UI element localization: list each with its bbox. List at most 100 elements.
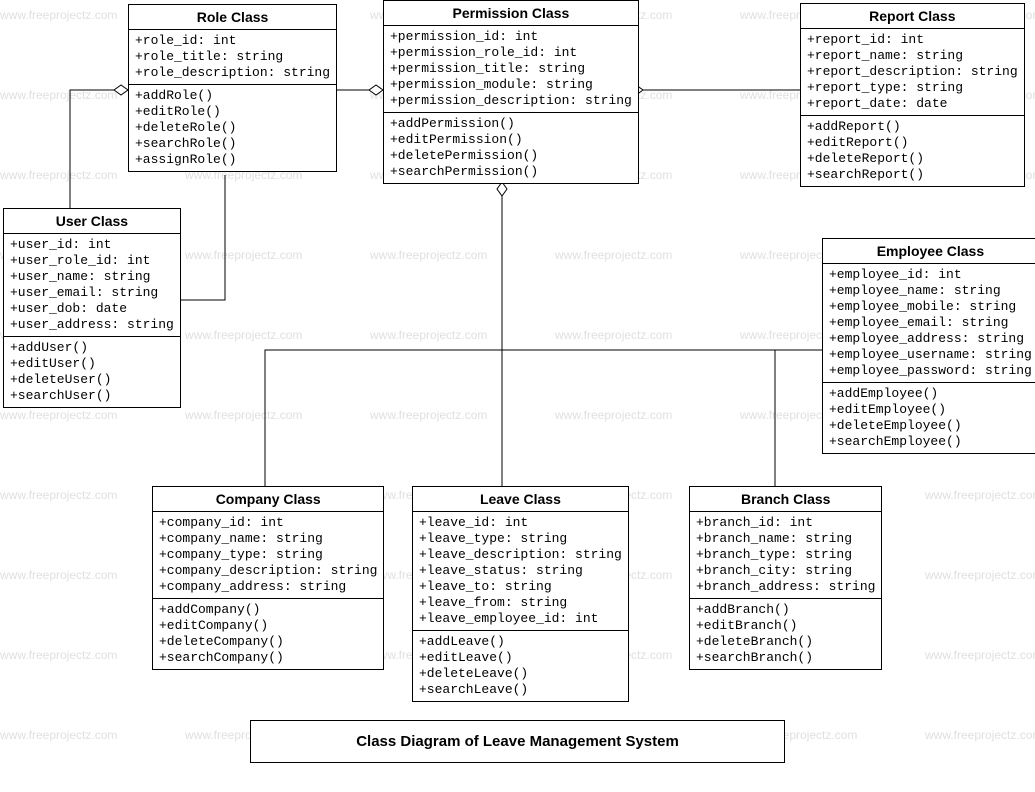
uml-line: +leave_employee_id: int <box>419 611 622 627</box>
class-title: Permission Class <box>384 1 638 26</box>
uml-line: +employee_password: string <box>829 363 1032 379</box>
uml-line: +addLeave() <box>419 634 622 650</box>
uml-line: +role_id: int <box>135 33 330 49</box>
uml-line: +report_type: string <box>807 80 1018 96</box>
uml-line: +addBranch() <box>696 602 875 618</box>
uml-line: +branch_id: int <box>696 515 875 531</box>
watermark: www.freeprojectz.com <box>555 328 672 342</box>
diagram-title: Class Diagram of Leave Management System <box>250 720 785 763</box>
uml-line: +report_name: string <box>807 48 1018 64</box>
uml-line: +permission_title: string <box>390 61 632 77</box>
uml-line: +deleteCompany() <box>159 634 377 650</box>
uml-line: +editLeave() <box>419 650 622 666</box>
uml-line: +deleteReport() <box>807 151 1018 167</box>
uml-line: +editReport() <box>807 135 1018 151</box>
class-report: Report Class +report_id: int+report_name… <box>800 3 1025 187</box>
watermark: www.freeprojectz.com <box>185 408 302 422</box>
uml-line: +role_description: string <box>135 65 330 81</box>
class-title: Employee Class <box>823 239 1035 264</box>
uml-line: +branch_name: string <box>696 531 875 547</box>
operations: +addLeave()+editLeave()+deleteLeave()+se… <box>413 631 628 701</box>
watermark: www.freeprojectz.com <box>0 408 117 422</box>
uml-line: +user_name: string <box>10 269 174 285</box>
uml-line: +employee_mobile: string <box>829 299 1032 315</box>
uml-line: +assignRole() <box>135 152 330 168</box>
watermark: www.freeprojectz.com <box>925 568 1035 582</box>
class-title: Leave Class <box>413 487 628 512</box>
watermark: www.freeprojectz.com <box>370 408 487 422</box>
uml-line: +deleteEmployee() <box>829 418 1032 434</box>
watermark: www.freeprojectz.com <box>0 648 117 662</box>
uml-line: +deleteLeave() <box>419 666 622 682</box>
uml-line: +editEmployee() <box>829 402 1032 418</box>
watermark: www.freeprojectz.com <box>0 488 117 502</box>
uml-line: +employee_name: string <box>829 283 1032 299</box>
uml-line: +user_id: int <box>10 237 174 253</box>
watermark: www.freeprojectz.com <box>925 728 1035 742</box>
uml-line: +searchLeave() <box>419 682 622 698</box>
uml-line: +user_dob: date <box>10 301 174 317</box>
uml-line: +employee_address: string <box>829 331 1032 347</box>
uml-line: +branch_address: string <box>696 579 875 595</box>
uml-line: +role_title: string <box>135 49 330 65</box>
attributes: +user_id: int+user_role_id: int+user_nam… <box>4 234 180 337</box>
uml-line: +permission_id: int <box>390 29 632 45</box>
watermark: www.freeprojectz.com <box>185 328 302 342</box>
watermark: www.freeprojectz.com <box>0 568 117 582</box>
uml-line: +deletePermission() <box>390 148 632 164</box>
watermark: www.freeprojectz.com <box>925 648 1035 662</box>
class-company: Company Class +company_id: int+company_n… <box>152 486 384 670</box>
uml-line: +searchBranch() <box>696 650 875 666</box>
class-title: User Class <box>4 209 180 234</box>
attributes: +employee_id: int+employee_name: string+… <box>823 264 1035 383</box>
operations: +addPermission()+editPermission()+delete… <box>384 113 638 183</box>
uml-line: +employee_email: string <box>829 315 1032 331</box>
uml-line: +addEmployee() <box>829 386 1032 402</box>
uml-line: +company_id: int <box>159 515 377 531</box>
class-role: Role Class +role_id: int+role_title: str… <box>128 4 337 172</box>
watermark: www.freeprojectz.com <box>0 8 117 22</box>
uml-line: +searchReport() <box>807 167 1018 183</box>
uml-line: +deleteRole() <box>135 120 330 136</box>
uml-line: +addUser() <box>10 340 174 356</box>
attributes: +role_id: int+role_title: string+role_de… <box>129 30 336 85</box>
uml-line: +leave_description: string <box>419 547 622 563</box>
uml-line: +user_role_id: int <box>10 253 174 269</box>
uml-line: +company_name: string <box>159 531 377 547</box>
uml-line: +user_address: string <box>10 317 174 333</box>
uml-line: +leave_status: string <box>419 563 622 579</box>
watermark: www.freeprojectz.com <box>185 248 302 262</box>
uml-line: +addRole() <box>135 88 330 104</box>
uml-line: +addReport() <box>807 119 1018 135</box>
uml-line: +company_address: string <box>159 579 377 595</box>
attributes: +branch_id: int+branch_name: string +bran… <box>690 512 881 599</box>
operations: +addReport()+editReport()+deleteReport()… <box>801 116 1024 186</box>
uml-line: +permission_role_id: int <box>390 45 632 61</box>
uml-line: +editBranch() <box>696 618 875 634</box>
uml-line: +searchPermission() <box>390 164 632 180</box>
class-title: Report Class <box>801 4 1024 29</box>
class-user: User Class +user_id: int+user_role_id: i… <box>3 208 181 408</box>
uml-line: +addPermission() <box>390 116 632 132</box>
class-title: Branch Class <box>690 487 881 512</box>
attributes: +report_id: int+report_name: string+repo… <box>801 29 1024 116</box>
class-employee: Employee Class +employee_id: int+employe… <box>822 238 1035 454</box>
class-permission: Permission Class +permission_id: int+per… <box>383 0 639 184</box>
uml-line: +report_description: string <box>807 64 1018 80</box>
uml-line: +leave_from: string <box>419 595 622 611</box>
uml-line: +deleteBranch() <box>696 634 875 650</box>
attributes: +permission_id: int+permission_role_id: … <box>384 26 638 113</box>
uml-line: +editRole() <box>135 104 330 120</box>
uml-line: +employee_username: string <box>829 347 1032 363</box>
uml-line: +deleteUser() <box>10 372 174 388</box>
operations: +addBranch()+editBranch()+deleteBranch()… <box>690 599 881 669</box>
uml-line: +addCompany() <box>159 602 377 618</box>
uml-line: +report_date: date <box>807 96 1018 112</box>
attributes: +company_id: int+company_name: string +co… <box>153 512 383 599</box>
watermark: www.freeprojectz.com <box>925 488 1035 502</box>
operations: +addCompany()+editCompany()+deleteCompan… <box>153 599 383 669</box>
uml-line: +editUser() <box>10 356 174 372</box>
watermark: www.freeprojectz.com <box>0 168 117 182</box>
watermark: www.freeprojectz.com <box>0 88 117 102</box>
attributes: +leave_id: int+leave_type: string+leave_… <box>413 512 628 631</box>
